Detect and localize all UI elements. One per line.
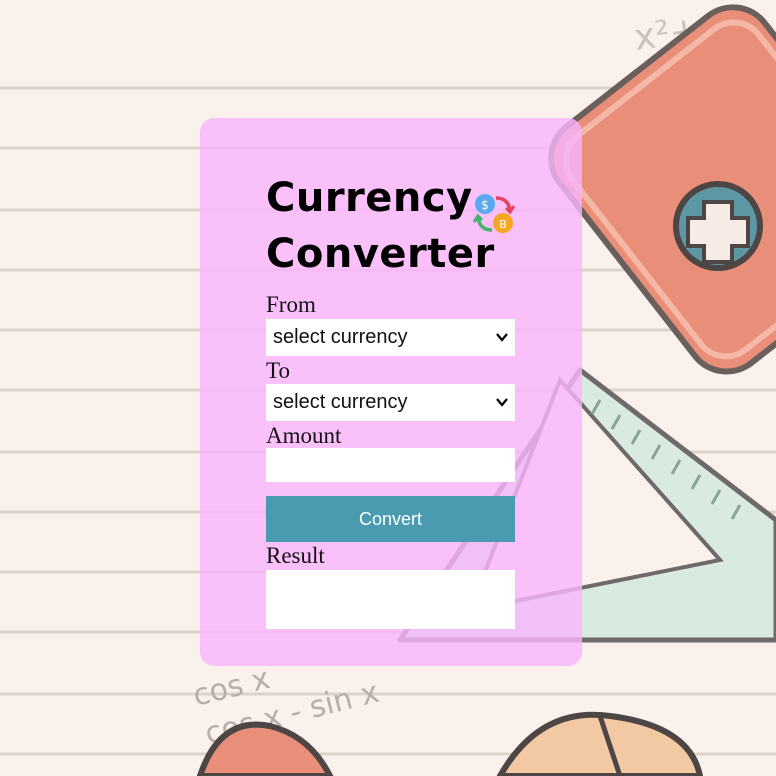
- result-label: Result: [266, 543, 325, 568]
- converter-card: Currency Converter $ B From select curre…: [200, 118, 582, 666]
- title-row: Currency Converter $ B: [266, 170, 526, 282]
- from-label: From: [266, 292, 316, 317]
- currency-exchange-icon: $ B: [472, 194, 516, 233]
- to-currency-value: select currency: [273, 391, 408, 413]
- svg-text:$: $: [481, 198, 489, 212]
- from-currency-value: select currency: [273, 326, 408, 348]
- amount-input[interactable]: [266, 448, 515, 482]
- svg-text:B: B: [499, 218, 507, 231]
- chevron-down-icon: [496, 398, 508, 407]
- from-currency-select[interactable]: select currency: [266, 319, 515, 356]
- page-title: Currency Converter: [266, 175, 495, 277]
- chevron-down-icon: [496, 333, 508, 342]
- result-box: [266, 570, 515, 629]
- convert-button[interactable]: Convert: [266, 496, 515, 542]
- amount-label: Amount: [266, 423, 342, 448]
- to-label: To: [266, 358, 290, 383]
- to-currency-select[interactable]: select currency: [266, 384, 515, 421]
